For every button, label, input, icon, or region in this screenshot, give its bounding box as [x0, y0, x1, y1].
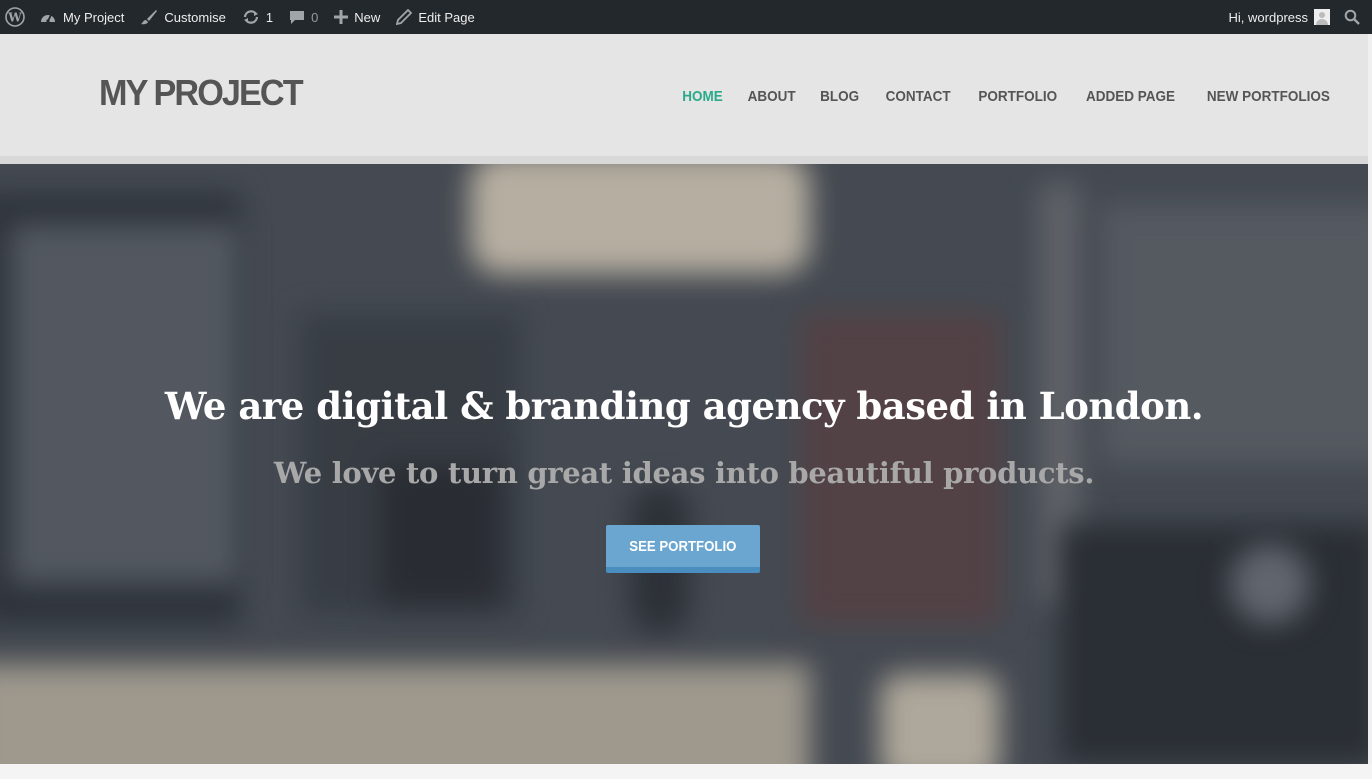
edit-page-label: Edit Page	[418, 9, 475, 25]
admin-bar: W My Project Customise 1 0 New Edit Page…	[0, 0, 1372, 34]
updates-icon	[242, 9, 260, 25]
hero-subheading: We love to turn great ideas into beautif…	[273, 456, 1095, 490]
plus-icon	[334, 10, 349, 24]
see-portfolio-button[interactable]: SEE PORTFOLIO	[606, 525, 760, 573]
header-divider	[0, 156, 1368, 164]
customise-link[interactable]: Customise	[132, 0, 233, 34]
nav-item-portfolio[interactable]: PORTFOLIO	[969, 88, 1066, 105]
updates-link[interactable]: 1	[234, 0, 281, 34]
nav-item-about[interactable]: ABOUT	[739, 88, 805, 105]
updates-count: 1	[265, 9, 274, 25]
page-right-edge	[1368, 34, 1372, 779]
paintbrush-icon	[140, 9, 158, 25]
svg-text:W: W	[7, 11, 22, 25]
new-content-link[interactable]: New	[326, 0, 388, 34]
site-title[interactable]: MY PROJECT	[99, 72, 304, 114]
new-label: New	[354, 9, 381, 25]
hero-section: We are digital & branding agency based i…	[0, 164, 1368, 764]
search-icon	[1344, 9, 1360, 25]
site-name-label: My Project	[63, 9, 125, 25]
dashboard-icon	[39, 9, 57, 25]
comments-count: 0	[311, 9, 319, 25]
search-button[interactable]	[1338, 0, 1368, 34]
see-portfolio-label: SEE PORTFOLIO	[629, 537, 737, 555]
site-header: MY PROJECT HOME ABOUT BLOG CONTACT PORTF…	[0, 34, 1368, 156]
edit-page-link[interactable]: Edit Page	[388, 0, 482, 34]
site-name-link[interactable]: My Project	[31, 0, 132, 34]
nav-item-blog[interactable]: BLOG	[811, 88, 868, 105]
avatar	[1314, 9, 1330, 25]
customise-label: Customise	[164, 9, 226, 25]
main-navigation: HOME ABOUT BLOG CONTACT PORTFOLIO ADDED …	[670, 84, 1347, 108]
comment-icon	[289, 9, 305, 25]
account-menu[interactable]: Hi, wordpress	[1221, 0, 1338, 34]
nav-item-added-page[interactable]: ADDED PAGE	[1077, 88, 1184, 105]
page-bottom-edge	[0, 764, 1372, 779]
account-greeting: Hi, wordpress	[1228, 9, 1308, 25]
pencil-icon	[396, 9, 413, 25]
hero-heading: We are digital & branding agency based i…	[164, 384, 1204, 428]
nav-item-new-portfolios[interactable]: NEW PORTFOLIOS	[1198, 88, 1339, 105]
wordpress-logo-icon: W	[5, 7, 25, 27]
nav-item-contact[interactable]: CONTACT	[876, 88, 959, 105]
wordpress-logo-button[interactable]: W	[0, 0, 31, 34]
nav-item-home[interactable]: HOME	[673, 88, 732, 105]
comments-link[interactable]: 0	[281, 0, 326, 34]
